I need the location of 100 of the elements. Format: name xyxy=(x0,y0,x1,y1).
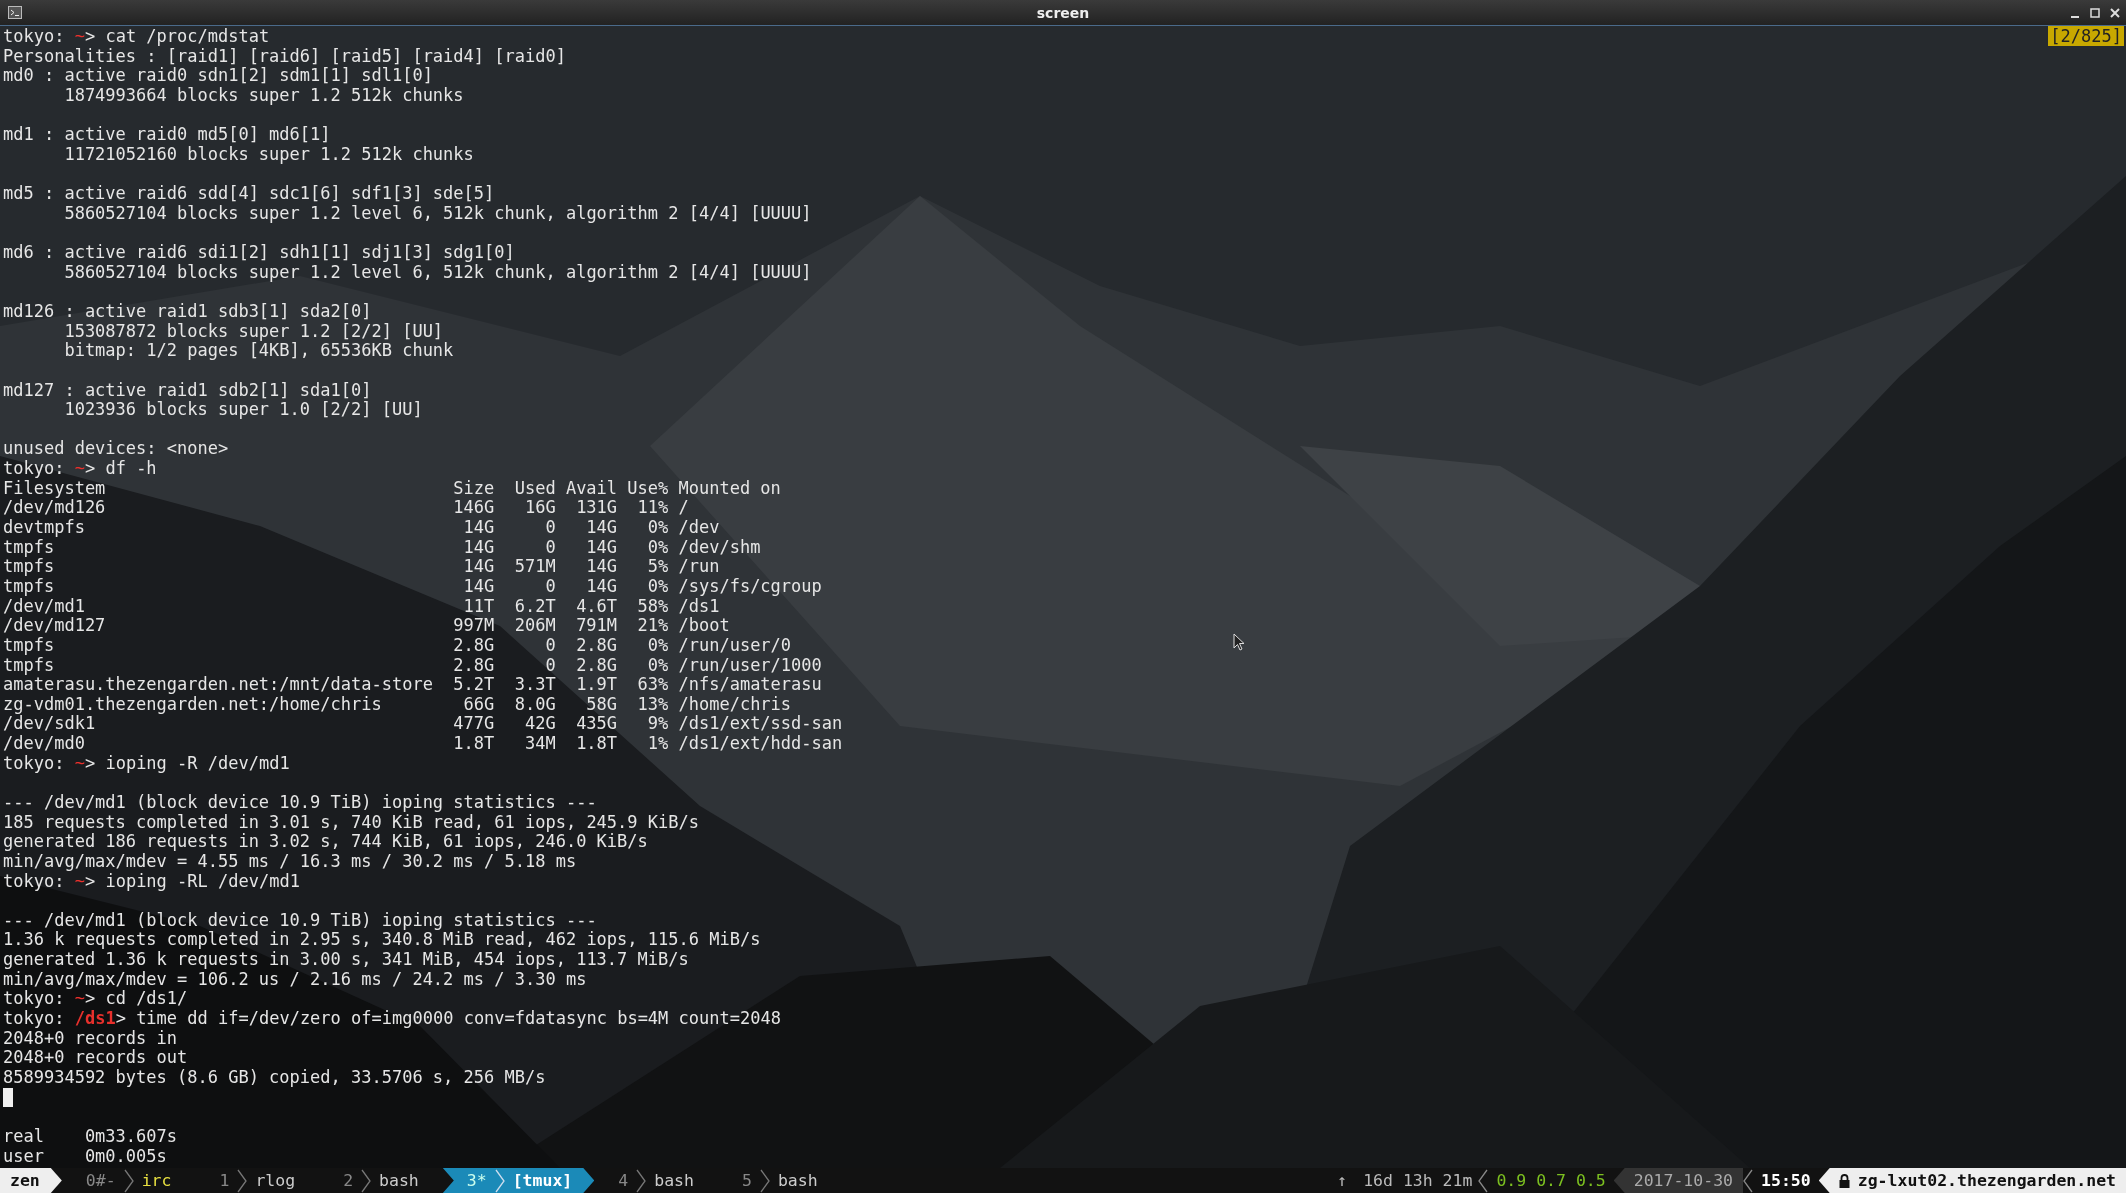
table-cell-text: 11T xyxy=(462,596,495,617)
table-cell-text: 34M xyxy=(523,734,556,754)
prompt-line: tokyo: ~> ioping -R /dev/md1 xyxy=(3,753,290,774)
table-cell-text: 1.9T xyxy=(575,675,618,695)
table-cell-text: 5.2T xyxy=(452,675,495,695)
table-cell: /run xyxy=(678,557,720,577)
timing-label: real xyxy=(3,1126,45,1147)
window-tab[interactable]: 3* [tmux] xyxy=(442,1168,595,1193)
output-line: generated 1.36 k requests in 3.00 s, 341 MiB, 454 iops, 113.7 MiB/s xyxy=(3,950,689,970)
table-cell: /home/chris xyxy=(678,694,792,715)
table-cell-text: Avail xyxy=(564,478,618,499)
table-cell-text: 16G xyxy=(523,498,556,518)
table-cell-text: 6.2T xyxy=(513,596,556,617)
table-cell: /boot xyxy=(678,616,730,636)
window-tab[interactable]: 2 bash xyxy=(319,1168,443,1193)
table-cell: /nfs/amaterasu xyxy=(678,675,822,695)
table-cell-text: amaterasu.thezengarden.net:/mnt/data-store xyxy=(3,675,434,695)
table-cell-text: 14G xyxy=(585,557,618,577)
window-tab[interactable]: 5 bash xyxy=(718,1168,842,1193)
table-cell-text: 66G xyxy=(462,694,495,715)
timing-value: 0m33.607s xyxy=(84,1126,177,1147)
table-cell: /dev xyxy=(678,518,720,538)
output-line: 1.36 k requests completed in 2.95 s, 340.8 MiB read, 462 iops, 115.6 MiB/s xyxy=(3,930,761,951)
scroll-position: [2/825] xyxy=(2048,26,2124,46)
table-cell-text: tmpfs xyxy=(3,537,55,558)
output-line: unused devices: <none> xyxy=(3,439,229,460)
table-cell-text: 146G xyxy=(452,498,495,518)
date-segment: 2017-10-30 xyxy=(1613,1168,1744,1193)
chevron-right-icon xyxy=(494,1168,505,1193)
table-cell-text: 58% xyxy=(636,596,669,617)
table-cell-text: 14G xyxy=(462,518,495,538)
output-line: 2048+0 records out xyxy=(3,1048,188,1068)
table-cell-text: 42G xyxy=(523,714,556,735)
output-line: 153087872 blocks super 1.2 [2/2] [UU] xyxy=(63,321,444,342)
uptime: 16d 13h 21m xyxy=(1362,1171,1474,1190)
table-cell-text: 0% xyxy=(646,576,669,597)
prompt-line: tokyo: ~> cat /proc/mdstat xyxy=(3,27,270,47)
table-cell-text: /dev/md127 xyxy=(3,616,107,636)
table-cell-text: 206M xyxy=(513,616,556,636)
window-title: screen xyxy=(1036,4,1090,21)
load-average: 0.9 0.7 0.5 xyxy=(1495,1171,1607,1190)
text-cursor xyxy=(3,1087,14,1107)
output-line: 5860527104 blocks super 1.2 level 6, 512k chunk, algorithm 2 [4/4] [UUUU] xyxy=(63,203,812,224)
table-cell-text: tmpfs xyxy=(3,655,56,676)
table-cell-text: 0% xyxy=(646,518,669,538)
output-line: md126 : active raid1 sdb3[1] sda2[0] xyxy=(3,301,372,322)
table-cell-text: 14G xyxy=(462,576,495,597)
table-cell: /ds1/ext/hdd-san xyxy=(678,734,843,754)
table-cell-text: Use% xyxy=(626,478,669,499)
table-cell: /run/user/1000 xyxy=(678,655,822,676)
table-cell-text: Used xyxy=(513,478,556,499)
table-cell: /ds1/ext/ssd-san xyxy=(678,714,843,735)
output-line: 5860527104 blocks super 1.2 level 6, 512k chunk, algorithm 2 [4/4] [UUUU] xyxy=(63,262,812,283)
chevron-left-icon xyxy=(1743,1168,1754,1193)
terminal-icon xyxy=(8,6,22,19)
table-cell-text: 63% xyxy=(636,675,669,695)
output-line: 2048+0 records in xyxy=(3,1028,177,1049)
output-line: 185 requests completed in 3.01 s, 740 KiB read, 61 iops, 245.9 KiB/s xyxy=(3,812,699,833)
table-cell-text: 0 xyxy=(544,537,556,558)
host-segment: zg-lxut02.thezengarden.net xyxy=(1818,1168,2126,1193)
table-cell-text: 1% xyxy=(646,734,669,754)
chevron-right-icon xyxy=(759,1168,770,1193)
session-name: zen xyxy=(0,1168,62,1193)
table-cell-text: /dev/sdk1 xyxy=(3,714,96,735)
table-cell-text: 791M xyxy=(575,616,618,636)
table-cell-text: 14G xyxy=(585,576,618,597)
chevron-right-icon xyxy=(636,1168,647,1193)
table-cell-text: 0 xyxy=(544,576,556,597)
chevron-left-icon xyxy=(1478,1168,1489,1193)
timing-value: 0m0.005s xyxy=(84,1146,167,1167)
table-cell-text: 0 xyxy=(544,655,556,676)
table-cell-text: Size xyxy=(452,478,495,499)
table-cell-text: devtmpfs xyxy=(3,518,86,538)
output-line: 1023936 blocks super 1.0 [2/2] [UU] xyxy=(63,400,423,420)
table-cell-text: 571M xyxy=(513,557,556,577)
table-cell-text: 14G xyxy=(585,518,618,538)
output-line: --- /dev/md1 (block device 10.9 TiB) ioping statistics --- xyxy=(3,910,597,931)
output-line: min/avg/max/mdev = 4.55 ms / 16.3 ms / 30.2 ms / 5.18 ms xyxy=(3,851,577,872)
timing-label: user xyxy=(3,1146,45,1167)
window-tab[interactable]: 0#- irc xyxy=(61,1168,196,1193)
table-cell-text: 0% xyxy=(646,655,669,676)
table-cell-text: 0 xyxy=(544,518,556,538)
table-cell-text: 9% xyxy=(646,714,669,735)
table-cell-text: 58G xyxy=(585,694,618,715)
output-line: 1874993664 blocks super 1.2 512k chunks xyxy=(63,85,464,106)
table-cell-text: 11% xyxy=(636,498,669,518)
table-cell-text: 0% xyxy=(646,537,669,558)
maximize-icon[interactable] xyxy=(2090,7,2100,18)
output-line: generated 186 requests in 3.02 s, 744 KiB, 61 iops, 246.0 KiB/s xyxy=(3,832,648,852)
close-icon[interactable] xyxy=(2110,7,2120,18)
window-tab[interactable]: 4 bash xyxy=(594,1168,718,1193)
prompt-line: tokyo: ~> ioping -RL /dev/md1 xyxy=(3,871,300,892)
output-line: md1 : active raid0 md5[0] md6[1] xyxy=(3,125,331,145)
table-cell: /sys/fs/cgroup xyxy=(678,576,822,597)
chevron-right-icon xyxy=(361,1168,372,1193)
table-cell-text: 4.6T xyxy=(575,596,618,617)
table-cell-text: /dev/md0 xyxy=(3,734,86,754)
table-cell-text: 8.0G xyxy=(513,694,556,715)
table-cell-text: 1.8T xyxy=(575,734,618,754)
window-tab[interactable]: 1 rlog xyxy=(195,1168,320,1193)
